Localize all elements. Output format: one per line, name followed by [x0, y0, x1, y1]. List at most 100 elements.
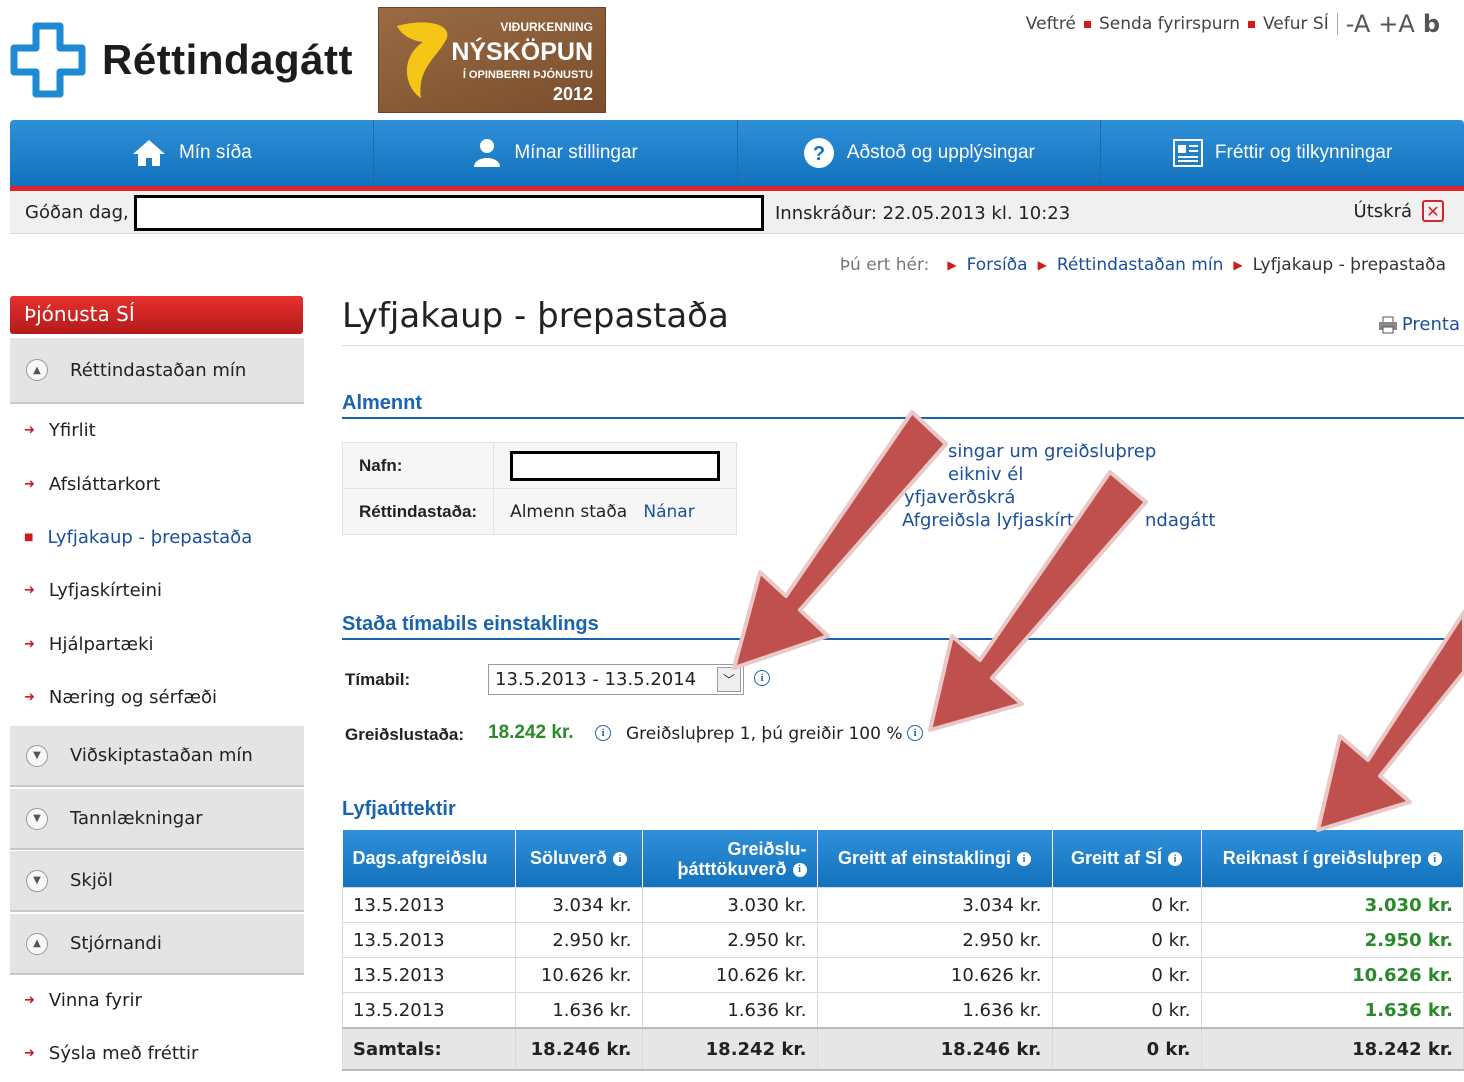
cell-paid-individual: 10.626 kr.: [816, 957, 1053, 993]
name-label: Nafn:: [341, 442, 495, 489]
cell-date: 13.5.2013: [342, 922, 516, 958]
table-row: 13.5.2013 2.950 kr. 2.950 kr. 2.950 kr. …: [342, 922, 1464, 958]
sidebar-section-dentistry[interactable]: ▼ Tannlækningar: [10, 789, 304, 850]
chevron-down-icon[interactable]: ﹀: [717, 667, 741, 692]
help-icon: ?: [803, 138, 834, 168]
welcome-bar: Góðan dag, Innskráður: 22.05.2013 kl. 10…: [10, 191, 1464, 234]
logout-button[interactable]: Útskrá ✕: [1354, 200, 1444, 222]
breadcrumb-label: Þú ert hér:: [839, 255, 930, 275]
info-icon[interactable]: i: [613, 852, 628, 867]
col-counts-toward-level[interactable]: Reiknast í greiðsluþrep i: [1201, 830, 1464, 888]
logo[interactable]: Réttindagátt: [8, 20, 353, 100]
sidebar-section-rights[interactable]: ▲ Réttindastaðan mín: [10, 338, 304, 404]
col-paid-by-individual[interactable]: Greitt af einstaklingi i: [817, 830, 1053, 888]
info-icon[interactable]: i: [595, 725, 611, 741]
section-purchases-heading: Lyfjaúttektir: [342, 798, 456, 820]
page-title: Lyfjakaup - þrepastaða: [342, 296, 729, 336]
cell-date: 13.5.2013: [342, 957, 516, 993]
sidebar-section-label: Viðskiptastaðan mín: [70, 745, 253, 766]
link-drug-certificate-processing[interactable]: Afgreiðsla lyfjaskírte ndagátt: [902, 509, 1215, 532]
divider: [342, 345, 1464, 346]
redacted-user-name: [134, 195, 764, 231]
web-si-link[interactable]: Vefur SÍ: [1263, 14, 1329, 34]
info-icon[interactable]: i: [1017, 852, 1032, 867]
sidebar-item-overview[interactable]: ➜ Yfirlit: [24, 420, 96, 441]
table-header-row: Dags.afgreiðslu Söluverð i Greiðslu- þátt…: [342, 830, 1464, 888]
cell-sale-price: 2.950 kr.: [514, 922, 643, 958]
sidebar-item-label: Lyfjaskírteini: [48, 580, 163, 601]
sidebar-item-label: Lyfjakaup - þrepastaða: [47, 527, 253, 548]
print-button[interactable]: Prenta: [1378, 314, 1460, 335]
info-icon[interactable]: i: [754, 670, 770, 686]
link-price-list[interactable]: yfjaverðskrá: [902, 486, 1215, 509]
col-copay-price[interactable]: Greiðslu- þátttökuverð i: [642, 830, 818, 888]
separator-square-icon: [1084, 20, 1091, 28]
sidebar-section-business[interactable]: ▼ Viðskiptastaðan mín: [10, 726, 304, 787]
period-value: 13.5.2013 - 13.5.2014: [495, 669, 697, 690]
link-calculator[interactable]: eikniv él: [902, 463, 1215, 486]
decrease-font-button[interactable]: -A: [1346, 10, 1371, 38]
cell-paid-individual: 3.034 kr.: [816, 887, 1053, 923]
divider: [1336, 13, 1338, 35]
sidebar-section-label: Stjórnandi: [70, 933, 162, 954]
nav-help[interactable]: ? Aðstoð og upplýsingar: [738, 120, 1102, 186]
cell-counts-toward-level: 3.030 kr.: [1200, 887, 1464, 923]
cell-total-copay: 18.242 kr.: [641, 1027, 818, 1071]
payment-level-text: Greiðsluþrep 1, þú greiðir 100 %: [626, 724, 903, 744]
info-links: singar um greiðsluþrep eikniv él yfjaver…: [902, 440, 1215, 532]
sidebar-item-drug-certificate[interactable]: ➜ Lyfjaskírteini: [24, 580, 162, 601]
sidebar-section-label: Skjöl: [70, 870, 113, 891]
info-icon[interactable]: i: [1427, 852, 1442, 867]
arrow-right-icon: ➜: [24, 993, 35, 1008]
nav-my-settings[interactable]: Mínar stillingar: [374, 120, 738, 186]
cell-total-individual: 18.246 kr.: [816, 1027, 1053, 1071]
sidebar-item-label: Næring og sérfæði: [48, 687, 218, 708]
breadcrumb-rights[interactable]: Réttindastaðan mín: [1057, 255, 1224, 275]
send-question-link[interactable]: Senda fyrirspurn: [1099, 14, 1240, 34]
table-row: 13.5.2013 1.636 kr. 1.636 kr. 1.636 kr. …: [342, 992, 1464, 1029]
sidebar-item-discount-card[interactable]: ➜ Afsláttarkort: [24, 474, 160, 495]
nav-news[interactable]: Fréttir og tilkynningar: [1101, 120, 1464, 186]
status-text: Almenn staða: [510, 501, 628, 522]
sidebar-item-aids[interactable]: ➜ Hjálpartæki: [24, 634, 154, 655]
col-sale-price[interactable]: Söluverð i: [515, 830, 643, 888]
period-select[interactable]: 13.5.2013 - 13.5.2014 ﹀: [488, 664, 744, 695]
sidebar-item-work-for[interactable]: ➜ Vinna fyrir: [24, 990, 142, 1011]
sidebar-item-drug-purchases[interactable]: ■ Lyfjakaup - þrepastaða: [24, 527, 252, 548]
breadcrumb-home[interactable]: Forsíða: [967, 255, 1028, 275]
col-date[interactable]: Dags.afgreiðslu: [342, 830, 516, 888]
increase-font-button[interactable]: +A: [1378, 10, 1415, 38]
redacted-name: [510, 450, 721, 481]
nav-my-page[interactable]: Mín síða: [10, 120, 374, 186]
cell-counts-toward-level: 10.626 kr.: [1200, 957, 1464, 993]
col-label: Dags.afgreiðslu: [352, 848, 488, 868]
general-info-table: Nafn: Réttindastaða: Almenn staða Nánar: [341, 442, 738, 535]
more-link[interactable]: Nánar: [643, 502, 694, 522]
award-line-3: Í OPINBERRI ÞJÓNUSTU: [462, 69, 593, 81]
sidebar-item-manage-news[interactable]: ➜ Sýsla með fréttir: [24, 1043, 198, 1064]
link-payment-levels[interactable]: singar um greiðsluþrep: [902, 440, 1215, 463]
contrast-button[interactable]: b: [1423, 10, 1440, 38]
payment-amount: 18.242 kr.: [488, 722, 574, 743]
info-icon[interactable]: i: [1168, 852, 1183, 867]
print-label: Prenta: [1401, 314, 1460, 335]
news-icon: [1172, 139, 1203, 167]
sidebar-item-label: Hjálpartæki: [48, 634, 154, 655]
sidebar-section-label: Tannlækningar: [70, 808, 203, 829]
sidebar-item-label: Sýsla með fréttir: [48, 1043, 199, 1064]
nav-label: Fréttir og tilkynningar: [1214, 142, 1393, 163]
sitemap-link[interactable]: Veftré: [1026, 14, 1076, 34]
sidebar-item-nutrition[interactable]: ➜ Næring og sérfæði: [24, 687, 217, 708]
link-text-part: ndagátt: [1145, 510, 1216, 531]
name-value: [493, 442, 738, 489]
cell-paid-si: 0 kr.: [1051, 922, 1202, 958]
period-label: Tímabil:: [345, 670, 411, 689]
sidebar-section-documents[interactable]: ▼ Skjöl: [10, 851, 304, 912]
info-icon[interactable]: i: [907, 725, 923, 741]
cell-date: 13.5.2013: [342, 887, 516, 923]
link-text-part: Afgreiðsla lyfjaskírte: [902, 510, 1086, 531]
triangle-right-icon: ▶: [1233, 258, 1243, 272]
info-icon[interactable]: i: [792, 862, 807, 877]
sidebar-section-admin[interactable]: ▲ Stjórnandi: [10, 914, 304, 975]
col-paid-by-si[interactable]: Greitt af SÍ i: [1052, 830, 1202, 888]
